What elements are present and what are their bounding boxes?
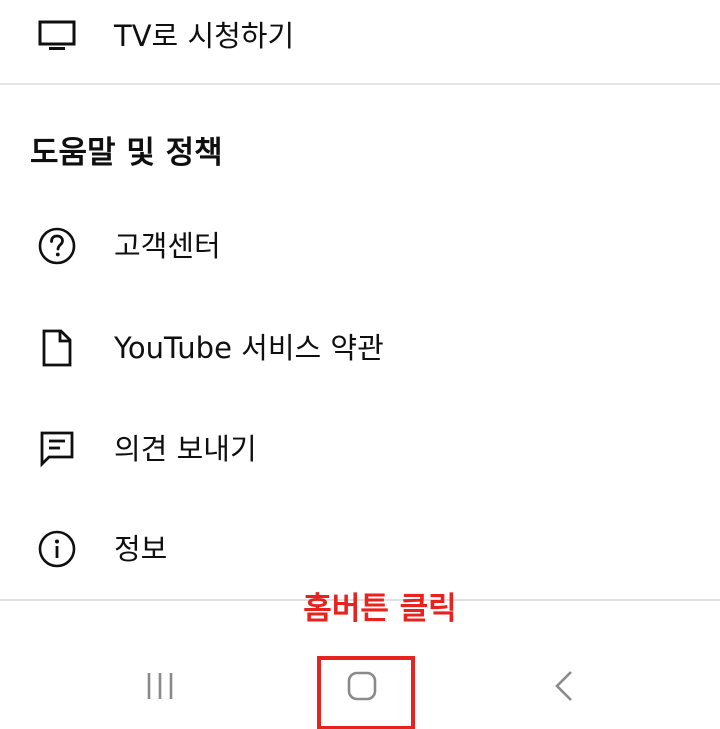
menu-item-send-feedback[interactable]: 의견 보내기 [0,419,720,479]
menu-item-label: TV로 시청하기 [114,18,295,53]
tv-icon [36,15,78,57]
menu-item-about[interactable]: 정보 [0,519,720,579]
section-title-help-policy: 도움말 및 정책 [30,135,223,171]
settings-screen: TV로 시청하기 도움말 및 정책 고객센터 YouTube 서비스 약관 의견… [0,0,720,729]
menu-item-help-center[interactable]: 고객센터 [0,216,720,276]
home-button-highlight [317,656,415,729]
menu-item-label: 정보 [114,531,168,566]
menu-item-label: 고객센터 [114,228,221,263]
annotation-click-home: 홈버튼 클릭 [303,591,457,627]
feedback-icon [36,428,78,470]
recent-apps-icon [144,671,176,705]
section-divider [0,83,720,85]
document-icon [36,327,78,369]
menu-item-watch-on-tv[interactable]: TV로 시청하기 [0,6,720,66]
info-icon [36,528,78,570]
back-icon [552,669,576,707]
menu-item-label: 의견 보내기 [114,431,257,466]
menu-item-label: YouTube 서비스 약관 [114,330,384,365]
menu-item-terms-of-service[interactable]: YouTube 서비스 약관 [0,318,720,378]
help-circle-icon [36,225,78,267]
recent-apps-button[interactable] [130,660,190,716]
back-button[interactable] [534,660,594,716]
